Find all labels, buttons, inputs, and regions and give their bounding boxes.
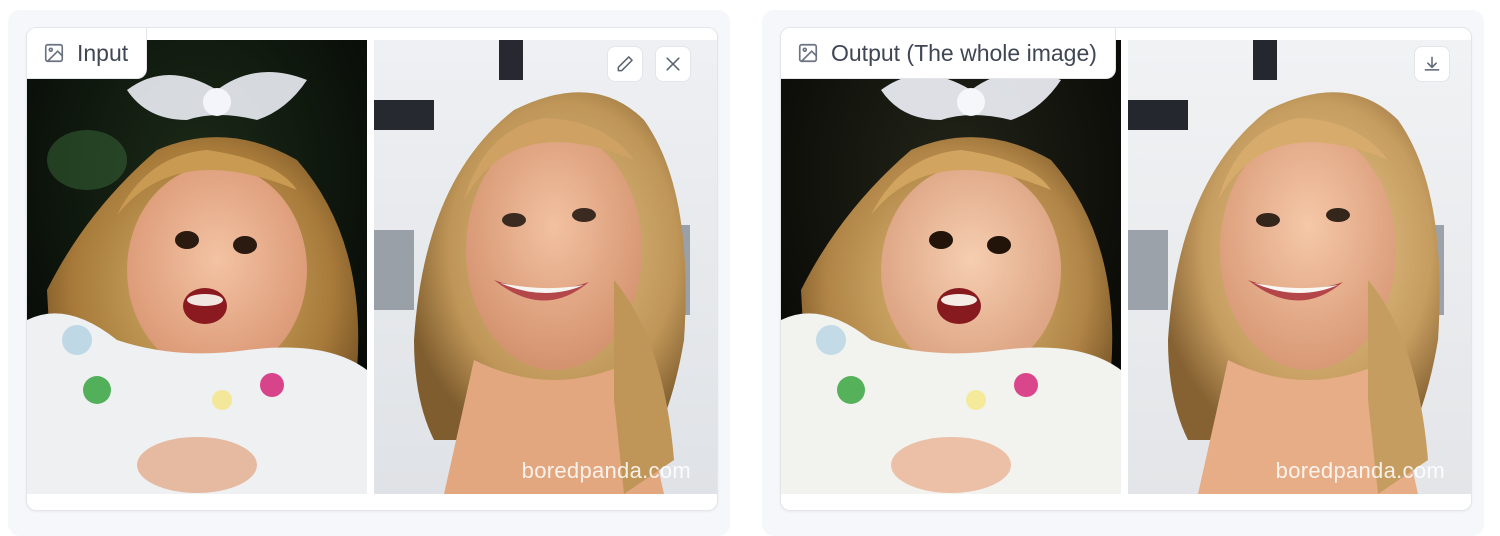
watermark: boredpanda.com [1275,458,1445,483]
input-image-card: Input boredpanda.com [26,27,718,511]
output-image-card: Output (The whole image) boredpanda.com [780,27,1472,511]
download-button[interactable] [1414,46,1450,82]
edit-button[interactable] [607,46,643,82]
input-label: Input [27,28,148,79]
clear-button[interactable] [655,46,691,82]
pencil-icon [615,54,635,74]
input-label-text: Input [77,39,129,66]
output-label: Output (The whole image) [781,28,1116,79]
output-label-text: Output (The whole image) [831,39,1097,66]
watermark: boredpanda.com [521,458,691,483]
child-photo [27,40,367,494]
image-icon [797,42,819,64]
child-photo-restored [781,40,1121,494]
input-image[interactable]: boredpanda.com [27,40,717,494]
close-icon [663,54,683,74]
output-column: Output (The whole image) boredpanda.com [762,10,1484,536]
input-column: Input boredpanda.com [8,10,730,536]
image-icon [43,42,65,64]
adult-photo-restored: boredpanda.com [1128,40,1471,494]
output-image: boredpanda.com [781,40,1471,494]
adult-photo: boredpanda.com [374,40,717,494]
download-icon [1422,54,1442,74]
